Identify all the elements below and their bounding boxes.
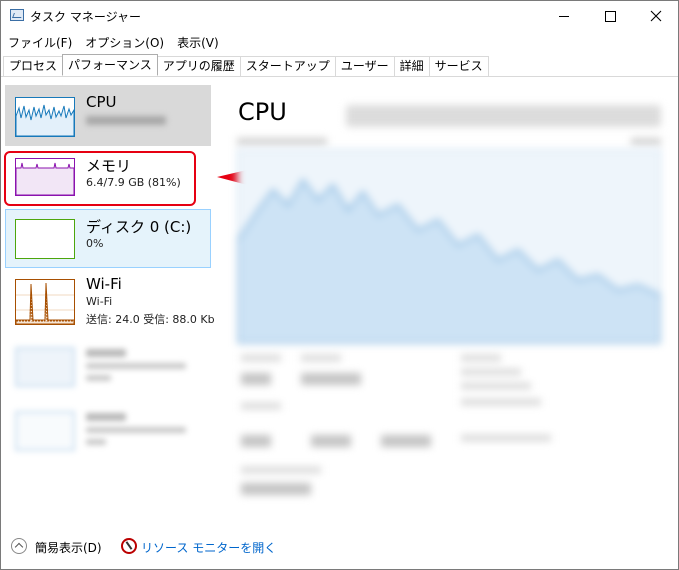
- menu-view[interactable]: 表示(V): [170, 32, 225, 52]
- disk-usage: 0%: [86, 237, 104, 250]
- cpu-model-blurred: [346, 105, 661, 127]
- fewer-details-button[interactable]: 簡易表示(D): [35, 539, 102, 556]
- open-resource-monitor-link[interactable]: リソース モニターを開く: [141, 539, 276, 556]
- tab-services[interactable]: サービス: [428, 56, 489, 76]
- sidebar-item-gpu-1-blurred[interactable]: [5, 407, 211, 457]
- wifi-throughput: 送信: 24.0 受信: 88.0 Kb: [86, 313, 215, 326]
- footer-bar: 簡易表示(D) リソース モニターを開く: [1, 531, 678, 569]
- tab-bar: プロセス パフォーマンス アプリの履歴 スタートアップ ユーザー 詳細 サービス: [3, 54, 489, 76]
- title-bar: タスク マネージャー: [1, 1, 678, 31]
- cpu-label: CPU: [86, 93, 117, 111]
- main-title: CPU: [238, 98, 287, 126]
- wifi-thumbnail-graph: [15, 279, 75, 325]
- tab-users[interactable]: ユーザー: [334, 56, 395, 76]
- sidebar-item-cpu[interactable]: CPU: [5, 85, 211, 146]
- disk-label: ディスク 0 (C:): [86, 218, 192, 236]
- task-manager-window: タスク マネージャー ファイル(F) オプション(O) 表示(V) プロセス パ…: [0, 0, 679, 570]
- task-manager-icon: [10, 9, 24, 21]
- minimize-button[interactable]: [541, 1, 587, 31]
- close-button[interactable]: [633, 1, 678, 31]
- sidebar-item-gpu-0-blurred[interactable]: [5, 343, 211, 393]
- wifi-adapter: Wi-Fi: [86, 295, 113, 308]
- tab-details[interactable]: 詳細: [393, 56, 430, 76]
- tab-startup[interactable]: スタートアップ: [239, 56, 336, 76]
- close-icon: [650, 10, 662, 22]
- menu-options[interactable]: オプション(O): [78, 32, 170, 52]
- cpu-detail-blurred: [86, 116, 166, 125]
- menu-bar: ファイル(F) オプション(O) 表示(V): [1, 32, 225, 52]
- cpu-thumbnail-graph: [15, 97, 75, 137]
- menu-file[interactable]: ファイル(F): [1, 32, 78, 52]
- resource-monitor-icon[interactable]: [121, 538, 137, 554]
- tab-performance[interactable]: パフォーマンス: [62, 54, 158, 75]
- disk-thumbnail-graph: [15, 219, 75, 259]
- sidebar-item-disk[interactable]: ディスク 0 (C:) 0%: [5, 209, 211, 268]
- sidebar-item-wifi[interactable]: Wi-Fi Wi-Fi 送信: 24.0 受信: 88.0 Kb: [5, 271, 215, 331]
- graph-caption-blurred: [237, 136, 661, 148]
- chevron-up-icon[interactable]: [11, 538, 27, 554]
- cpu-utilization-graph-blurred: [237, 149, 661, 344]
- tab-processes[interactable]: プロセス: [3, 56, 64, 76]
- maximize-icon: [604, 10, 616, 22]
- tab-divider: [1, 76, 678, 77]
- cpu-stats-blurred: [237, 351, 661, 501]
- tab-app-history[interactable]: アプリの履歴: [156, 56, 241, 76]
- wifi-label: Wi-Fi: [86, 275, 122, 293]
- window-title: タスク マネージャー: [30, 10, 141, 24]
- minimize-icon: [559, 15, 569, 17]
- memory-highlight-box: [4, 151, 196, 206]
- maximize-button[interactable]: [587, 1, 633, 31]
